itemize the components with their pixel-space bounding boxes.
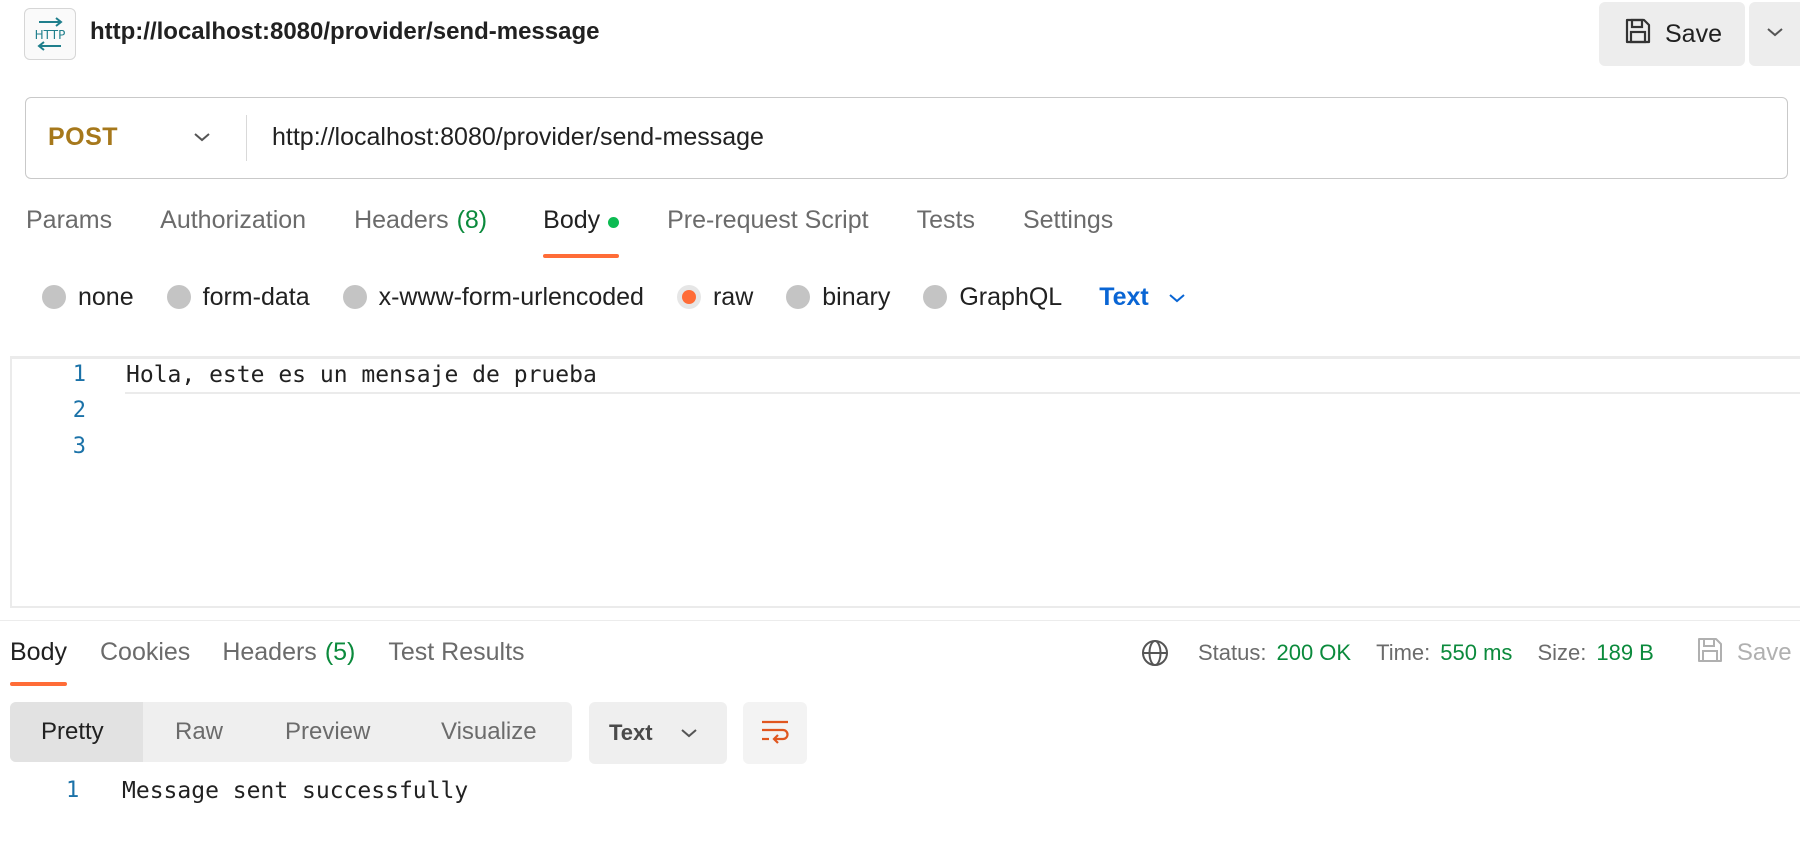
radio-label: GraphQL [959, 282, 1063, 311]
tab-label: Authorization [160, 206, 307, 234]
page-title: http://localhost:8080/provider/send-mess… [90, 18, 600, 45]
http-icon: HTTP [24, 8, 76, 60]
status-label: Status: [1198, 640, 1267, 665]
save-icon [1695, 635, 1725, 672]
size-label: Size: [1537, 640, 1587, 665]
radio-none[interactable]: none [42, 283, 134, 312]
tab-label: Headers [222, 638, 317, 666]
tab-label: Body [10, 638, 67, 666]
line-number: 1 [66, 778, 80, 803]
tab-label: Tests [916, 206, 975, 234]
save-label: Save [1665, 19, 1722, 48]
radio-label: form-data [202, 282, 310, 311]
time-value[interactable]: 550 ms [1440, 640, 1512, 666]
size-value[interactable]: 189 B [1596, 640, 1654, 666]
tab-label: Pre-request Script [667, 206, 869, 234]
tab-authorization[interactable]: Authorization [160, 206, 306, 258]
chevron-down-icon [1765, 25, 1785, 43]
save-response-button[interactable]: Save [1695, 635, 1792, 672]
radio-binary[interactable]: binary [786, 283, 890, 312]
top-bar: HTTP http://localhost:8080/provider/send… [0, 0, 1800, 70]
save-button[interactable]: Save [1599, 2, 1745, 66]
wrap-lines-button[interactable] [743, 702, 807, 764]
radio-label: none [78, 282, 134, 311]
radio-icon [166, 285, 191, 309]
chevron-down-icon [679, 720, 699, 746]
request-line: POST http://localhost:8080/provider/send… [25, 97, 1788, 179]
radio-form-data[interactable]: form-data [166, 282, 310, 312]
response-tab-cookies[interactable]: Cookies [100, 638, 190, 686]
status-value[interactable]: 200 OK [1276, 640, 1351, 666]
radio-icon [786, 285, 811, 309]
tab-headers[interactable]: Headers (8) [354, 206, 487, 258]
radio-icon [342, 285, 367, 309]
response-format-label: Text [609, 720, 653, 745]
raw-format-label: Text [1099, 282, 1149, 311]
response-body-text: Message sent successfully [122, 778, 469, 804]
save-response-label: Save [1736, 639, 1792, 666]
tab-label: Body [543, 206, 601, 234]
body-editor[interactable]: 1 2 3 Hola, este es un mensaje de prueba [10, 356, 1800, 608]
tab-label: Params [26, 206, 113, 234]
tab-count: (8) [456, 206, 488, 234]
tab-settings[interactable]: Settings [1023, 206, 1113, 258]
view-raw[interactable]: Raw [143, 702, 255, 762]
response-tab-test-results[interactable]: Test Results [388, 638, 524, 686]
method-label: POST [48, 123, 119, 151]
line-number: 2 [72, 398, 86, 423]
method-select[interactable]: POST [26, 98, 246, 177]
radio-icon [42, 285, 66, 309]
code-line[interactable]: Hola, este es un mensaje de prueba [126, 362, 597, 388]
tab-pre-request-script[interactable]: Pre-request Script [667, 206, 868, 258]
radio-icon [923, 285, 948, 309]
response-tabs: Body Cookies Headers (5) Test Results [10, 638, 525, 686]
chevron-down-icon [1167, 283, 1187, 312]
save-options-button[interactable] [1749, 2, 1800, 66]
response-view-toggle: Pretty Raw Preview Visualize [10, 702, 572, 762]
response-format-select[interactable]: Text [589, 702, 727, 764]
pane-divider[interactable] [0, 620, 1800, 621]
response-tab-headers[interactable]: Headers (5) [222, 638, 355, 686]
tab-params[interactable]: Params [26, 206, 112, 258]
request-tabs: Params Authorization Headers (8) Body Pr… [26, 206, 1113, 262]
radio-label: x-www-form-urlencoded [378, 282, 644, 311]
radio-label: binary [822, 282, 891, 311]
view-preview[interactable]: Preview [255, 702, 409, 762]
tab-count: (5) [324, 638, 356, 666]
wrap-lines-icon [759, 717, 791, 750]
chevron-down-icon [191, 126, 213, 153]
divider [246, 115, 247, 161]
url-input[interactable]: http://localhost:8080/provider/send-mess… [272, 98, 1772, 177]
tab-label: Settings [1022, 206, 1114, 234]
line-number: 1 [72, 362, 86, 387]
tab-label: Headers [354, 206, 449, 234]
line-number: 3 [72, 434, 86, 459]
tab-body[interactable]: Body [543, 206, 620, 258]
radio-x-www-form-urlencoded[interactable]: x-www-form-urlencoded [342, 282, 644, 312]
view-visualize[interactable]: Visualize [409, 702, 572, 762]
tab-label: Test Results [388, 638, 525, 666]
tab-label: Cookies [99, 638, 191, 666]
tab-tests[interactable]: Tests [917, 206, 975, 258]
svg-text:HTTP: HTTP [35, 28, 66, 42]
response-meta: Status: 200 OK Time: 550 ms Size: 189 B … [1140, 636, 1792, 670]
radio-selected-icon [676, 285, 701, 309]
radio-graphql[interactable]: GraphQL [923, 283, 1062, 312]
time-label: Time: [1376, 640, 1431, 665]
save-icon [1623, 16, 1653, 53]
globe-icon[interactable] [1140, 638, 1170, 668]
response-tab-body[interactable]: Body [10, 638, 67, 686]
view-pretty[interactable]: Pretty [10, 702, 143, 762]
radio-label: raw [712, 282, 754, 311]
modified-dot-icon [608, 217, 620, 228]
body-type-options: none form-data x-www-form-urlencoded raw… [42, 280, 1187, 314]
radio-raw[interactable]: raw [676, 282, 754, 312]
raw-format-select[interactable]: Text [1099, 283, 1187, 312]
